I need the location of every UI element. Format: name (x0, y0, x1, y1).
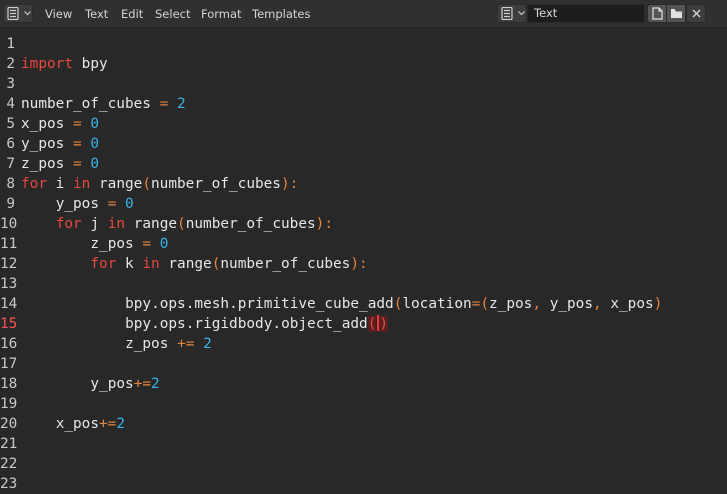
line-code: bpy.ops.mesh.primitive_cube_add(location… (125, 296, 663, 312)
code-line[interactable]: 4 number_of_cubes = 2 (0, 94, 727, 114)
code-line[interactable]: 9 y_pos = 0 (0, 194, 727, 214)
line-number: 2 (6, 56, 15, 72)
code-line[interactable]: 3 (0, 74, 727, 94)
code-line[interactable]: 15 bpy.ops.rigidbody.object_add() (0, 314, 727, 334)
code-line[interactable]: 8 for i in range(number_of_cubes): (0, 174, 727, 194)
line-number: 10 (0, 216, 18, 232)
chevron-down-icon (24, 11, 31, 16)
line-number: 22 (0, 456, 18, 472)
line-number: 21 (0, 436, 18, 452)
close-icon (692, 9, 701, 18)
chevron-down-icon (518, 11, 525, 16)
code-line[interactable]: 1 (0, 34, 727, 54)
line-number: 1 (6, 36, 15, 52)
code-line[interactable]: 20 x_pos+=2 (0, 414, 727, 434)
new-text-button[interactable] (647, 4, 667, 23)
code-line[interactable]: 7 z_pos = 0 (0, 154, 727, 174)
code-line[interactable]: 16 z_pos += 2 (0, 334, 727, 354)
menu-text[interactable]: Text (85, 0, 108, 28)
line-code: y_pos = 0 (21, 136, 100, 152)
code-editor[interactable]: 1 2 import bpy 3 4 number_of_cubes = 2 5 x_pos … (0, 28, 727, 492)
menu-format[interactable]: Format (201, 0, 242, 28)
unlink-text-button[interactable] (686, 4, 706, 23)
open-text-button[interactable] (666, 4, 686, 23)
line-number: 6 (6, 136, 15, 152)
code-line[interactable]: 19 (0, 394, 727, 414)
line-code: z_pos += 2 (125, 336, 212, 352)
editor-type-dropdown[interactable] (3, 4, 33, 23)
line-number: 4 (6, 96, 15, 112)
line-code: for i in range(number_of_cubes): (21, 176, 299, 192)
code-line[interactable]: 2 import bpy (0, 54, 727, 74)
line-code: y_pos = 0 (55, 196, 134, 212)
line-number: 7 (6, 156, 15, 172)
code-line[interactable]: 17 (0, 354, 727, 374)
text-document-icon (501, 7, 513, 20)
code-line[interactable]: 5 x_pos = 0 (0, 114, 727, 134)
code-line[interactable]: 22 (0, 454, 727, 474)
line-number: 19 (0, 396, 18, 412)
menu-view[interactable]: View (45, 0, 72, 28)
line-number: 18 (0, 376, 18, 392)
line-code: import bpy (21, 56, 108, 72)
code-line[interactable]: 10 for j in range(number_of_cubes): (0, 214, 727, 234)
line-code: x_pos+=2 (55, 416, 126, 432)
line-code: z_pos = 0 (90, 236, 169, 252)
line-number: 13 (0, 276, 18, 292)
menu-edit[interactable]: Edit (121, 0, 143, 28)
line-number: 8 (6, 176, 15, 192)
menu-templates[interactable]: Templates (252, 0, 310, 28)
code-line[interactable]: 6 y_pos = 0 (0, 134, 727, 154)
line-code: number_of_cubes = 2 (21, 96, 186, 112)
code-line[interactable]: 14 bpy.ops.mesh.primitive_cube_add(locat… (0, 294, 727, 314)
browse-text-dropdown[interactable] (497, 4, 527, 23)
line-number: 9 (6, 196, 15, 212)
line-number: 14 (0, 296, 18, 312)
menu-select[interactable]: Select (155, 0, 190, 28)
code-line[interactable]: 23 (0, 474, 727, 494)
line-number: 17 (0, 356, 18, 372)
line-number: 11 (0, 236, 18, 252)
line-number: 5 (6, 116, 15, 132)
line-number: 15 (0, 316, 18, 332)
line-code: x_pos = 0 (21, 116, 100, 132)
code-line[interactable]: 13 (0, 274, 727, 294)
open-folder-icon (671, 9, 682, 18)
line-code: y_pos+=2 (90, 376, 160, 392)
text-editor-icon (7, 7, 19, 20)
new-text-icon (652, 7, 663, 20)
line-code: for j in range(number_of_cubes): (55, 216, 334, 232)
line-number: 16 (0, 336, 18, 352)
text-editor-header: View Text Edit Select Format Templates T… (0, 0, 727, 28)
line-number: 23 (0, 476, 18, 492)
text-name-field[interactable]: Text (527, 4, 645, 23)
line-number: 20 (0, 416, 18, 432)
code-line[interactable]: 12 for k in range(number_of_cubes): (0, 254, 727, 274)
code-line[interactable]: 18 y_pos+=2 (0, 374, 727, 394)
line-number: 12 (0, 256, 18, 272)
line-code: z_pos = 0 (21, 156, 100, 172)
code-line[interactable]: 11 z_pos = 0 (0, 234, 727, 254)
line-code: for k in range(number_of_cubes): (90, 256, 368, 272)
line-number: 3 (6, 76, 15, 92)
code-line[interactable]: 21 (0, 434, 727, 454)
line-code: bpy.ops.rigidbody.object_add() (125, 315, 389, 332)
